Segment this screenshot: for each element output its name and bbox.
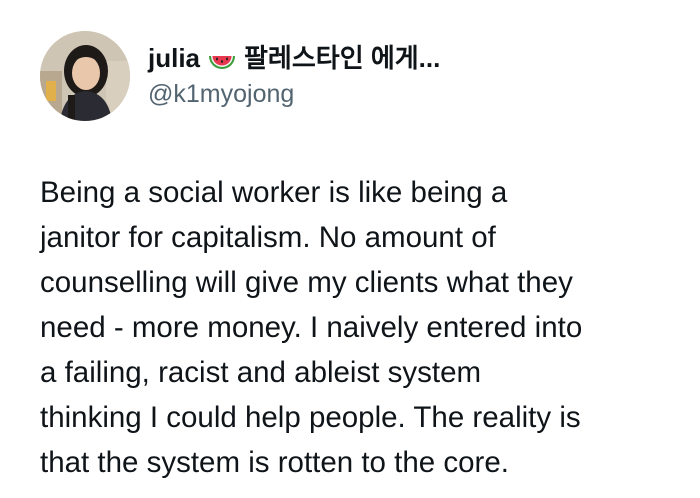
tweet-text-line: need - more money. I naively entered int… <box>40 311 583 344</box>
watermelon-icon <box>208 48 236 69</box>
tweet-text-line: that the system is rotten to the core. <box>40 446 509 479</box>
display-name-suffix: 팔레스타인 에게... <box>244 43 441 73</box>
display-name-row[interactable]: julia 팔레스타인 에게... <box>148 42 440 74</box>
avatar[interactable] <box>40 31 130 121</box>
tweet-text-line: Being a social worker is like being a <box>40 176 508 209</box>
tweet-text-line: janitor for capitalism. No amount of <box>40 221 496 254</box>
author-names: julia 팔레스타인 에게... @k1myojong <box>148 42 440 110</box>
tweet-header: julia 팔레스타인 에게... @k1myojong <box>40 30 440 122</box>
tweet-text-line: counselling will give my clients what th… <box>40 266 573 299</box>
tweet-text-line: a failing, racist and ableist system <box>40 356 482 389</box>
display-name[interactable]: julia <box>148 42 200 74</box>
tweet-text-line: thinking I could help people. The realit… <box>40 401 581 434</box>
tweet-text: Being a social worker is like being a ja… <box>40 170 680 485</box>
avatar-photo <box>40 31 130 121</box>
tweet-card: julia 팔레스타인 에게... @k1myojong Being a soc… <box>0 0 700 498</box>
user-handle[interactable]: @k1myojong <box>148 78 440 110</box>
